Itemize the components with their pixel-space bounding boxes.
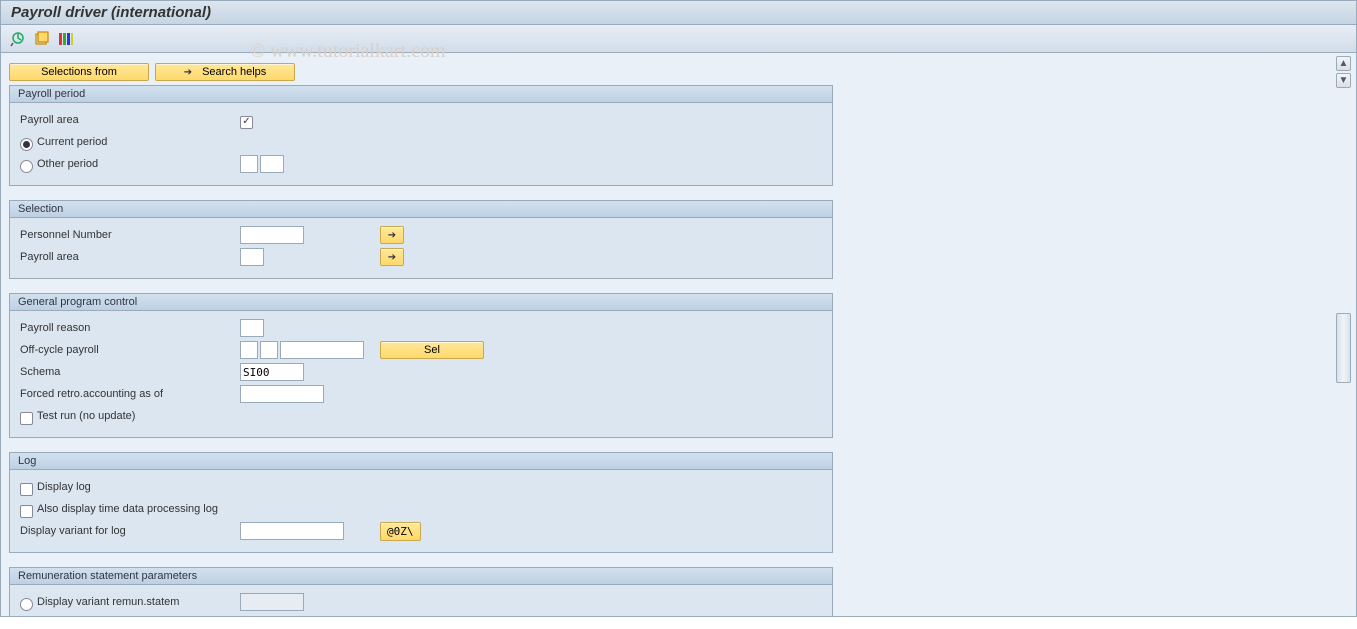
display-variant-remun-input[interactable] bbox=[240, 593, 304, 611]
off-cycle-input-2[interactable] bbox=[260, 341, 278, 359]
display-variant-remun-radio[interactable] bbox=[20, 598, 33, 611]
group-header-payroll-period: Payroll period bbox=[10, 86, 832, 103]
selection-payroll-area-more-button[interactable] bbox=[380, 248, 404, 266]
group-log: Log Display log Also display time data p… bbox=[9, 452, 833, 553]
group-header-remuneration: Remuneration statement parameters bbox=[10, 568, 832, 585]
scroll-down-button[interactable]: ▼ bbox=[1336, 73, 1351, 88]
display-variant-log-label: Display variant for log bbox=[20, 525, 240, 537]
other-period-radio[interactable] bbox=[20, 160, 33, 173]
selection-payroll-area-input[interactable] bbox=[240, 248, 264, 266]
selection-payroll-area-label: Payroll area bbox=[20, 251, 240, 263]
display-variant-log-input[interactable] bbox=[240, 522, 344, 540]
forced-retro-label: Forced retro.accounting as of bbox=[20, 388, 240, 400]
schema-input[interactable] bbox=[240, 363, 304, 381]
display-variant-remun-label: Display variant remun.statem bbox=[37, 596, 179, 608]
search-helps-button[interactable]: Search helps bbox=[155, 63, 295, 81]
arrow-right-icon bbox=[388, 251, 396, 263]
group-remuneration: Remuneration statement parameters Displa… bbox=[9, 567, 833, 617]
forced-retro-input[interactable] bbox=[240, 385, 324, 403]
payroll-area-label: Payroll area bbox=[20, 114, 240, 126]
execute-icon[interactable] bbox=[9, 30, 27, 48]
content-area: ▲ ▼ Selections from Search helps Payroll… bbox=[0, 53, 1357, 617]
schema-label: Schema bbox=[20, 366, 240, 378]
display-log-checkbox[interactable] bbox=[20, 483, 33, 496]
group-header-log: Log bbox=[10, 453, 832, 470]
off-cycle-label: Off-cycle payroll bbox=[20, 344, 240, 356]
display-variant-button-label: @0Z\ bbox=[387, 525, 414, 538]
group-header-selection: Selection bbox=[10, 201, 832, 218]
payroll-reason-label: Payroll reason bbox=[20, 322, 240, 334]
personnel-number-label: Personnel Number bbox=[20, 229, 240, 241]
payroll-area-checkbox[interactable] bbox=[240, 116, 253, 129]
test-run-checkbox[interactable] bbox=[20, 412, 33, 425]
other-period-label: Other period bbox=[37, 158, 98, 170]
sel-button[interactable]: Sel bbox=[380, 341, 484, 359]
current-period-label: Current period bbox=[37, 136, 107, 148]
top-button-row: Selections from Search helps bbox=[9, 63, 1348, 81]
display-variant-button[interactable]: @0Z\ bbox=[380, 522, 421, 541]
selections-from-button[interactable]: Selections from bbox=[9, 63, 149, 81]
arrow-right-icon bbox=[388, 229, 396, 241]
payroll-reason-input[interactable] bbox=[240, 319, 264, 337]
page-title: Payroll driver (international) bbox=[11, 4, 211, 21]
off-cycle-input-1[interactable] bbox=[240, 341, 258, 359]
other-period-input-2[interactable] bbox=[260, 155, 284, 173]
scroll-up-button[interactable]: ▲ bbox=[1336, 56, 1351, 71]
personnel-number-input[interactable] bbox=[240, 226, 304, 244]
also-display-label: Also display time data processing log bbox=[37, 503, 218, 515]
test-run-label: Test run (no update) bbox=[37, 410, 135, 422]
group-payroll-period: Payroll period Payroll area Current peri… bbox=[9, 85, 833, 186]
scroll-controls: ▲ ▼ bbox=[1336, 56, 1351, 88]
off-cycle-input-3[interactable] bbox=[280, 341, 364, 359]
display-log-label: Display log bbox=[37, 481, 91, 493]
scrollbar-handle[interactable] bbox=[1336, 313, 1351, 383]
get-variant-icon[interactable] bbox=[33, 30, 51, 48]
group-selection: Selection Personnel Number Payroll area bbox=[9, 200, 833, 279]
personnel-number-more-button[interactable] bbox=[380, 226, 404, 244]
app-toolbar bbox=[0, 25, 1357, 53]
group-general-control: General program control Payroll reason O… bbox=[9, 293, 833, 438]
arrow-right-icon bbox=[184, 66, 192, 78]
also-display-checkbox[interactable] bbox=[20, 505, 33, 518]
group-header-general: General program control bbox=[10, 294, 832, 311]
search-helps-label: Search helps bbox=[202, 66, 266, 78]
page-title-bar: Payroll driver (international) bbox=[0, 0, 1357, 25]
current-period-radio[interactable] bbox=[20, 138, 33, 151]
selections-from-label: Selections from bbox=[41, 66, 117, 78]
sel-button-label: Sel bbox=[424, 344, 440, 356]
color-bars-icon[interactable] bbox=[57, 30, 75, 48]
other-period-input-1[interactable] bbox=[240, 155, 258, 173]
